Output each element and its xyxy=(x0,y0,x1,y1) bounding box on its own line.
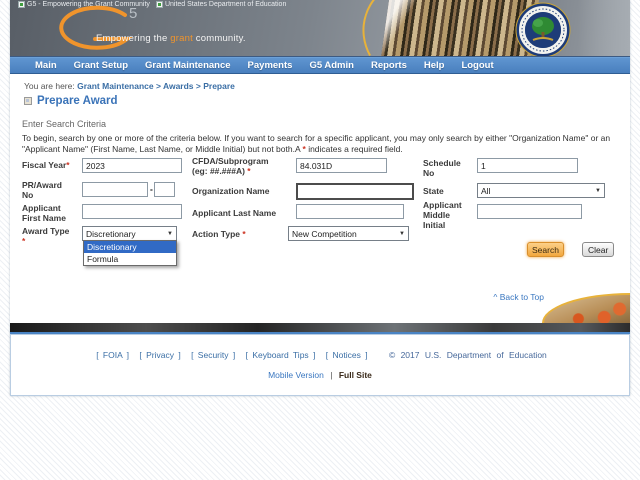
tagline-suffix: community. xyxy=(192,33,246,44)
schedule-no-label: Schedule No xyxy=(423,158,461,179)
g5-logo: 5 xyxy=(47,5,147,56)
page-container: G5 - Empowering the Grant Community Unit… xyxy=(10,0,630,396)
search-button[interactable]: Search xyxy=(527,242,564,257)
state-select[interactable]: All ▼ xyxy=(477,183,605,198)
cfda-label: CFDA/Subprogram (eg: ##.###A) * xyxy=(192,156,294,176)
tagline-prefix: Empowering the xyxy=(96,33,171,44)
nav-grant-maintenance[interactable]: Grant Maintenance xyxy=(145,60,231,71)
action-type-label: Action Type * xyxy=(192,229,272,239)
full-site-label: Full Site xyxy=(338,370,372,380)
breadcrumb-path[interactable]: Grant Maintenance > Awards > Prepare xyxy=(77,81,235,91)
search-criteria-heading: Enter Search Criteria xyxy=(22,119,107,129)
state-select-value: All xyxy=(481,185,491,196)
action-type-select-value: New Competition xyxy=(292,228,357,239)
chevron-down-icon: ▼ xyxy=(595,187,601,194)
footer-link-security[interactable]: [ Security ] xyxy=(191,350,235,360)
broken-image-icon xyxy=(155,1,163,8)
cfda-label-line2: (eg: ##.###A) xyxy=(192,166,248,177)
fiscal-year-label-text: Fiscal Year xyxy=(22,160,67,170)
copyright-text: © 2017 U.S. Department of Education xyxy=(388,350,547,360)
footer-link-notices[interactable]: [ Notices ] xyxy=(326,350,368,360)
nav-reports[interactable]: Reports xyxy=(371,60,407,71)
banner-right-fade xyxy=(578,0,630,56)
award-type-option-formula[interactable]: Formula xyxy=(84,253,176,265)
pr-award-no-input-1[interactable] xyxy=(82,182,148,197)
pr-award-no-input-2[interactable] xyxy=(154,182,175,197)
pr-award-separator: - xyxy=(150,184,153,194)
clear-button[interactable]: Clear xyxy=(582,242,615,257)
page-title: Prepare Award xyxy=(37,95,118,107)
award-type-required: * xyxy=(22,236,26,247)
classroom-corner-image xyxy=(542,293,630,323)
back-to-top-link[interactable]: ^ Back to Top xyxy=(493,292,544,302)
award-type-label: Award Type * xyxy=(22,226,78,246)
action-type-select[interactable]: New Competition ▼ xyxy=(288,226,409,241)
chevron-down-icon: ▼ xyxy=(167,230,173,237)
fiscal-year-label: Fiscal Year* xyxy=(22,160,80,170)
nav-payments[interactable]: Payments xyxy=(248,60,293,71)
cfda-input[interactable] xyxy=(296,158,387,173)
applicant-last-name-label: Applicant Last Name xyxy=(192,208,277,218)
tagline-grant: grant xyxy=(170,33,193,44)
organization-name-label: Organization Name xyxy=(192,186,270,196)
nav-grant-setup[interactable]: Grant Setup xyxy=(74,60,128,71)
footer-link-keyboard-tips[interactable]: [ Keyboard Tips ] xyxy=(246,350,316,360)
award-type-select[interactable]: Discretionary ▼ xyxy=(82,226,177,241)
cfda-label-line1: CFDA/Subprogram xyxy=(192,156,269,166)
tagline: Empowering the grant community. xyxy=(96,33,246,44)
logo-five: 5 xyxy=(129,5,137,22)
site-mode-separator: | xyxy=(330,370,333,380)
header-banner: G5 - Empowering the Grant Community Unit… xyxy=(10,0,630,57)
breadcrumb-prefix: You are here: xyxy=(24,81,78,91)
applicant-first-name-input[interactable] xyxy=(82,204,182,219)
action-type-required: * xyxy=(242,229,246,239)
footer-site-mode-row: Mobile Version | Full Site xyxy=(11,370,629,380)
nav-logout[interactable]: Logout xyxy=(461,60,493,71)
award-type-option-discretionary[interactable]: Discretionary xyxy=(84,241,176,253)
cfda-required: * xyxy=(247,166,251,177)
award-type-select-value: Discretionary xyxy=(86,228,136,239)
award-type-dropdown-list: Discretionary Formula xyxy=(83,240,177,266)
applicant-first-name-label: Applicant First Name xyxy=(22,203,66,224)
footer-divider-bar xyxy=(10,323,630,332)
footer-link-privacy[interactable]: [ Privacy ] xyxy=(139,350,180,360)
chevron-down-icon: ▼ xyxy=(399,230,405,237)
instructions-text: To begin, search by one or more of the c… xyxy=(22,133,622,154)
applicant-middle-initial-label: Applicant Middle Initial xyxy=(423,200,462,231)
footer-link-foia[interactable]: [ FOIA ] xyxy=(96,350,129,360)
main-nav: Main Grant Setup Grant Maintenance Payme… xyxy=(10,57,630,74)
ed-alt-item: United States Department of Education xyxy=(155,1,287,8)
fiscal-year-required: * xyxy=(66,160,70,170)
gold-curve-decoration xyxy=(347,0,497,56)
mobile-version-link[interactable]: Mobile Version xyxy=(268,370,324,380)
broken-image-icon xyxy=(18,1,25,8)
page-title-icon xyxy=(24,97,32,105)
applicant-middle-initial-input[interactable] xyxy=(477,204,582,219)
pr-award-no-label: PR/Award No xyxy=(22,180,62,201)
schedule-no-input[interactable] xyxy=(477,158,578,173)
department-of-education-seal xyxy=(515,2,571,56)
breadcrumb: You are here: Grant Maintenance > Awards… xyxy=(24,81,235,91)
action-type-label-text: Action Type xyxy=(192,229,243,239)
nav-g5-admin[interactable]: G5 Admin xyxy=(309,60,354,71)
organization-name-input[interactable] xyxy=(296,183,414,200)
fiscal-year-input[interactable] xyxy=(82,158,182,173)
ed-alt-text: United States Department of Education xyxy=(164,1,287,8)
instructions-after: indicates a required field. xyxy=(305,143,403,154)
award-type-label-text: Award Type xyxy=(22,226,70,236)
footer-links-row: [ FOIA ] [ Privacy ] [ Security ] [ Keyb… xyxy=(11,350,629,360)
content-area: You are here: Grant Maintenance > Awards… xyxy=(10,74,630,323)
applicant-last-name-input[interactable] xyxy=(296,204,404,219)
state-label: State xyxy=(423,186,444,196)
nav-help[interactable]: Help xyxy=(424,60,445,71)
footer: [ FOIA ] [ Privacy ] [ Security ] [ Keyb… xyxy=(10,334,630,396)
nav-main[interactable]: Main xyxy=(35,60,57,71)
